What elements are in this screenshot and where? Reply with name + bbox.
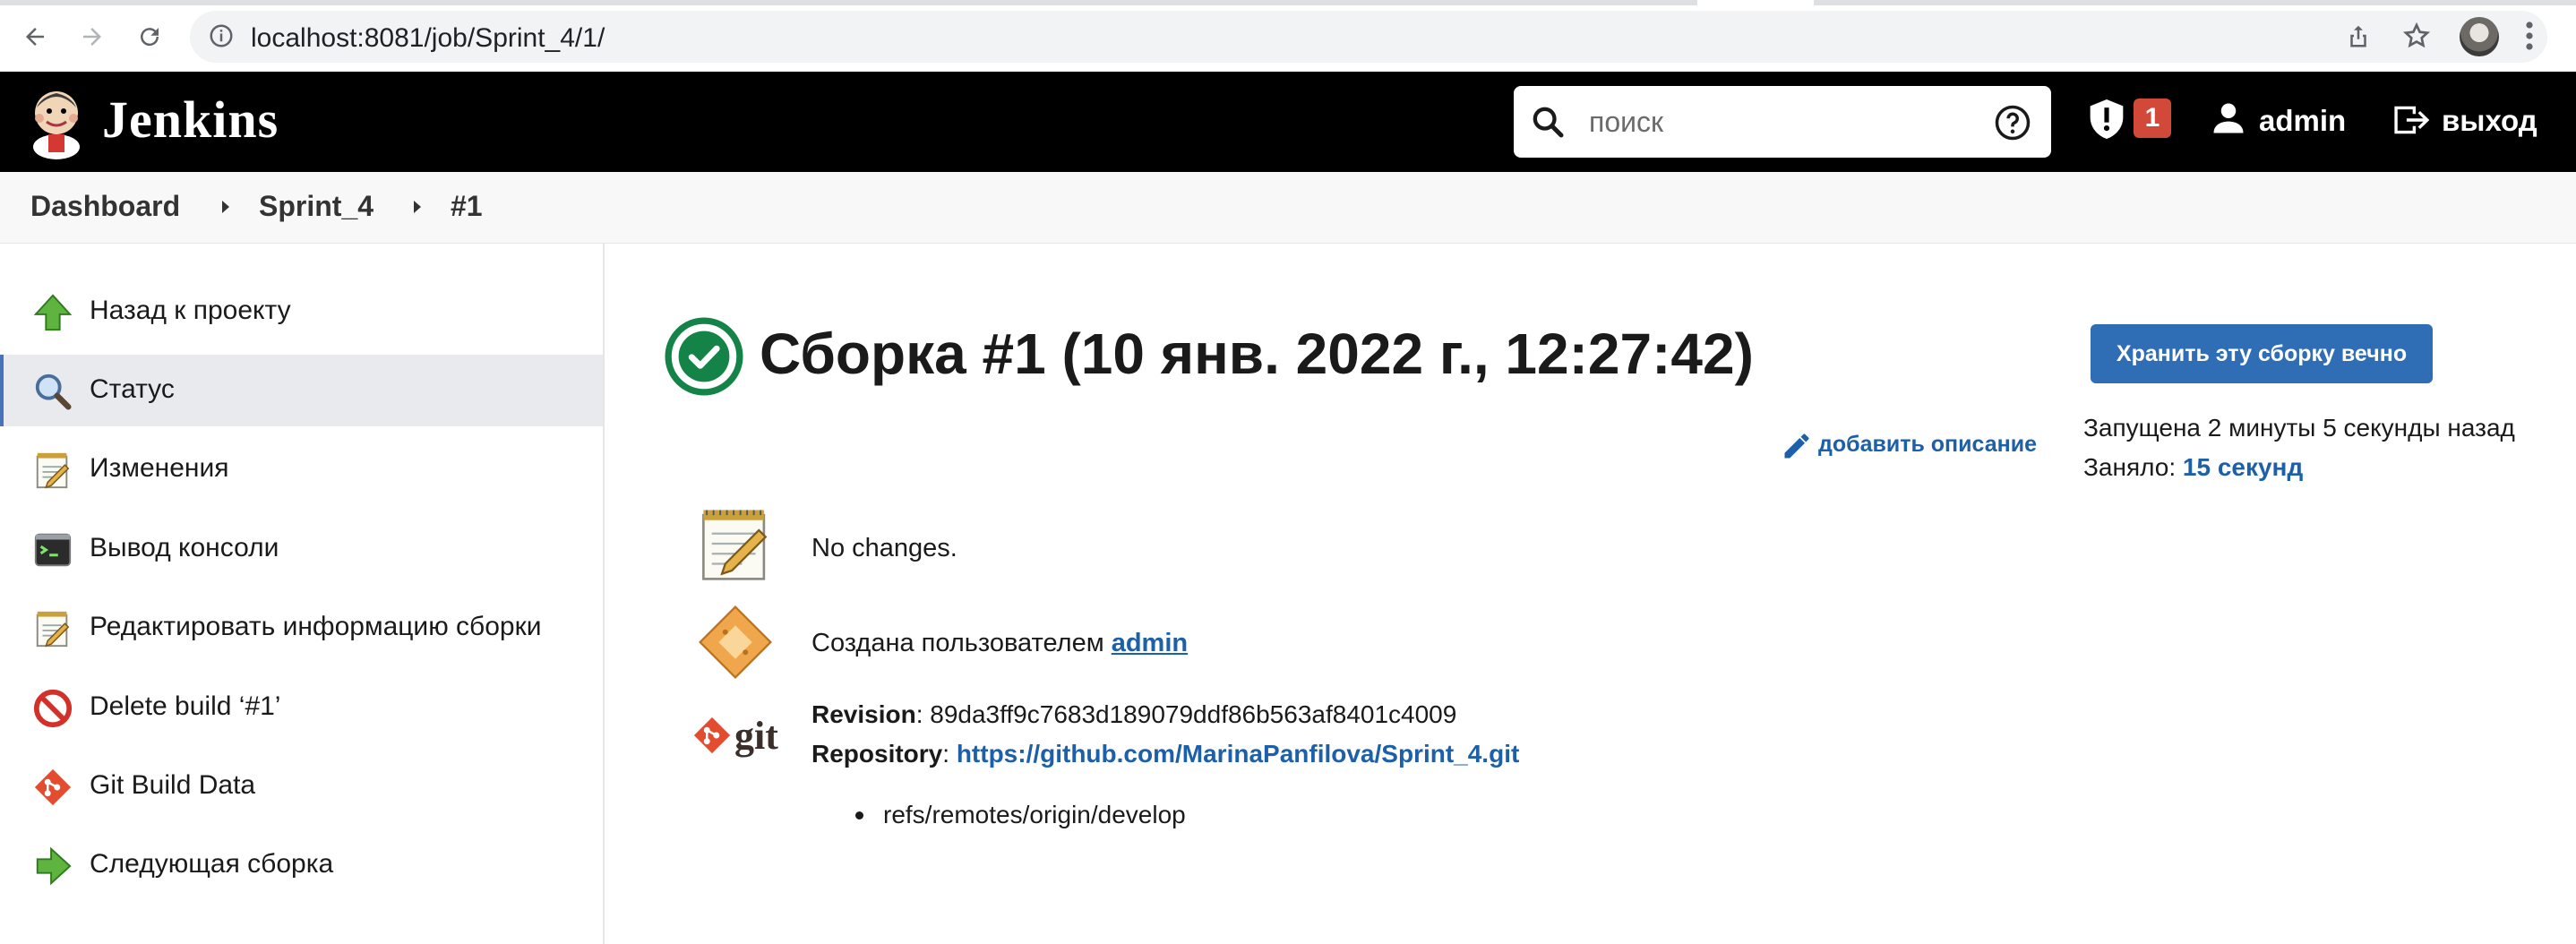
breadcrumb-chevron-icon[interactable] — [414, 201, 421, 213]
back-button[interactable] — [14, 16, 56, 57]
security-shield-icon[interactable] — [2087, 97, 2126, 146]
sidebar-item-delete-build[interactable]: Delete build ‘#1’ — [0, 672, 603, 743]
duration-label: Заняло: — [2083, 453, 2183, 481]
breadcrumb: Dashboard Sprint_4 #1 — [0, 172, 2576, 244]
terminal-icon — [32, 529, 73, 571]
sidebar-item-status[interactable]: Статус — [0, 355, 603, 426]
repository-link[interactable]: https://github.com/MarinaPanfilova/Sprin… — [957, 740, 1519, 768]
jenkins-header: Jenkins поиск 1 admin выход — [0, 72, 2576, 172]
no-entry-icon — [32, 688, 73, 729]
share-icon[interactable] — [2345, 21, 2372, 55]
jenkins-butler-logo-icon[interactable] — [27, 84, 86, 164]
notepad-icon — [32, 450, 73, 491]
git-logo-icon — [691, 715, 733, 760]
reload-button[interactable] — [129, 16, 170, 57]
sidebar-item-label: Следующая сборка — [90, 849, 334, 879]
sidebar-item-console-output[interactable]: Вывод консоли — [0, 513, 603, 585]
magnifier-icon — [32, 371, 73, 412]
breadcrumb-chevron-icon[interactable] — [222, 201, 229, 213]
side-panel: Назад к проекту Статус Изменения Вывод к… — [0, 244, 605, 944]
keep-build-forever-button[interactable]: Хранить эту сборку вечно — [2091, 324, 2433, 383]
repository-line: Repository: https://github.com/MarinaPan… — [811, 740, 1519, 768]
sidebar-item-label: Вывод консоли — [90, 533, 279, 562]
logout-link[interactable]: выход — [2442, 104, 2537, 138]
up-arrow-icon — [32, 292, 73, 333]
sidebar-item-label: Редактировать информацию сборки — [90, 612, 542, 641]
url-text[interactable]: localhost:8081/job/Sprint_4/1/ — [251, 23, 605, 54]
created-by-user-link[interactable]: admin — [1112, 629, 1188, 657]
created-by-label: Создана пользователем — [811, 629, 1112, 657]
bookmark-star-icon[interactable] — [2402, 21, 2431, 55]
sidebar-item-edit-build-info[interactable]: Редактировать информацию сборки — [0, 592, 603, 664]
sidebar-item-git-build-data[interactable]: Git Build Data — [0, 751, 603, 822]
search-box[interactable]: поиск — [1514, 86, 2051, 158]
git-label: git — [734, 714, 778, 758]
reload-icon — [141, 28, 159, 47]
changes-summary: No changes. — [811, 534, 957, 562]
sidebar-item-changes[interactable]: Изменения — [0, 433, 603, 505]
build-duration: Заняло: 15 секунд — [2083, 453, 2303, 482]
profile-avatar[interactable] — [2460, 17, 2499, 56]
list-bullet — [855, 811, 863, 820]
git-icon — [32, 767, 73, 808]
breadcrumb-build[interactable]: #1 — [451, 190, 483, 223]
app-title[interactable]: Jenkins — [102, 90, 279, 150]
branch-list-item: refs/remotes/origin/develop — [883, 801, 1186, 828]
sidebar-item-label: Статус — [90, 374, 175, 404]
sidebar-item-label: Назад к проекту — [90, 296, 291, 325]
browser-toolbar: localhost:8081/job/Sprint_4/1/ — [0, 0, 2576, 72]
notepad-icon — [695, 503, 776, 588]
back-arrow-icon — [26, 28, 44, 46]
user-link[interactable]: admin — [2259, 104, 2346, 138]
user-icon[interactable] — [2209, 99, 2248, 142]
breadcrumb-dashboard[interactable]: Dashboard — [30, 190, 180, 223]
next-arrow-icon — [32, 845, 73, 887]
breadcrumb-job[interactable]: Sprint_4 — [259, 190, 374, 223]
revision-line: Revision: 89da3ff9c7683d189079ddf86b563a… — [811, 700, 1456, 729]
add-description-link[interactable]: добавить описание — [1818, 432, 2037, 458]
forward-arrow-icon — [83, 28, 101, 46]
repository-label: Repository — [811, 740, 943, 768]
revision-label: Revision — [811, 700, 916, 728]
help-icon[interactable] — [1994, 104, 2031, 146]
sidebar-item-label: Изменения — [90, 453, 229, 483]
sidebar-item-back-to-project[interactable]: Назад к проекту — [0, 276, 603, 348]
duration-link[interactable]: 15 секунд — [2183, 453, 2303, 481]
search-icon — [1530, 104, 1566, 144]
build-success-icon — [663, 315, 745, 402]
security-count-badge[interactable]: 1 — [2134, 99, 2171, 138]
user-cause-icon — [695, 602, 776, 687]
site-info-icon[interactable] — [208, 22, 235, 54]
sidebar-item-label: Git Build Data — [90, 770, 256, 800]
sidebar-item-label: Delete build ‘#1’ — [90, 691, 281, 721]
page-title: Сборка #1 (10 янв. 2022 г., 12:27:42) — [760, 322, 1754, 386]
build-started-text: Запущена 2 минуты 5 секунды назад — [2083, 414, 2515, 442]
revision-value: : 89da3ff9c7683d189079ddf86b563af8401c40… — [915, 700, 1457, 728]
pencil-icon[interactable] — [1781, 430, 1813, 467]
logout-icon[interactable] — [2391, 102, 2431, 142]
browser-menu-icon[interactable] — [2524, 20, 2535, 56]
sidebar-item-next-build[interactable]: Следующая сборка — [0, 829, 603, 901]
tab-strip — [0, 0, 2576, 5]
forward-button[interactable] — [72, 16, 113, 57]
search-input[interactable]: поиск — [1589, 106, 1663, 139]
address-bar[interactable]: localhost:8081/job/Sprint_4/1/ — [190, 11, 2547, 63]
notepad-edit-icon — [32, 608, 73, 649]
repository-separator: : — [942, 740, 957, 768]
created-by-text: Создана пользователем admin — [811, 629, 1188, 658]
